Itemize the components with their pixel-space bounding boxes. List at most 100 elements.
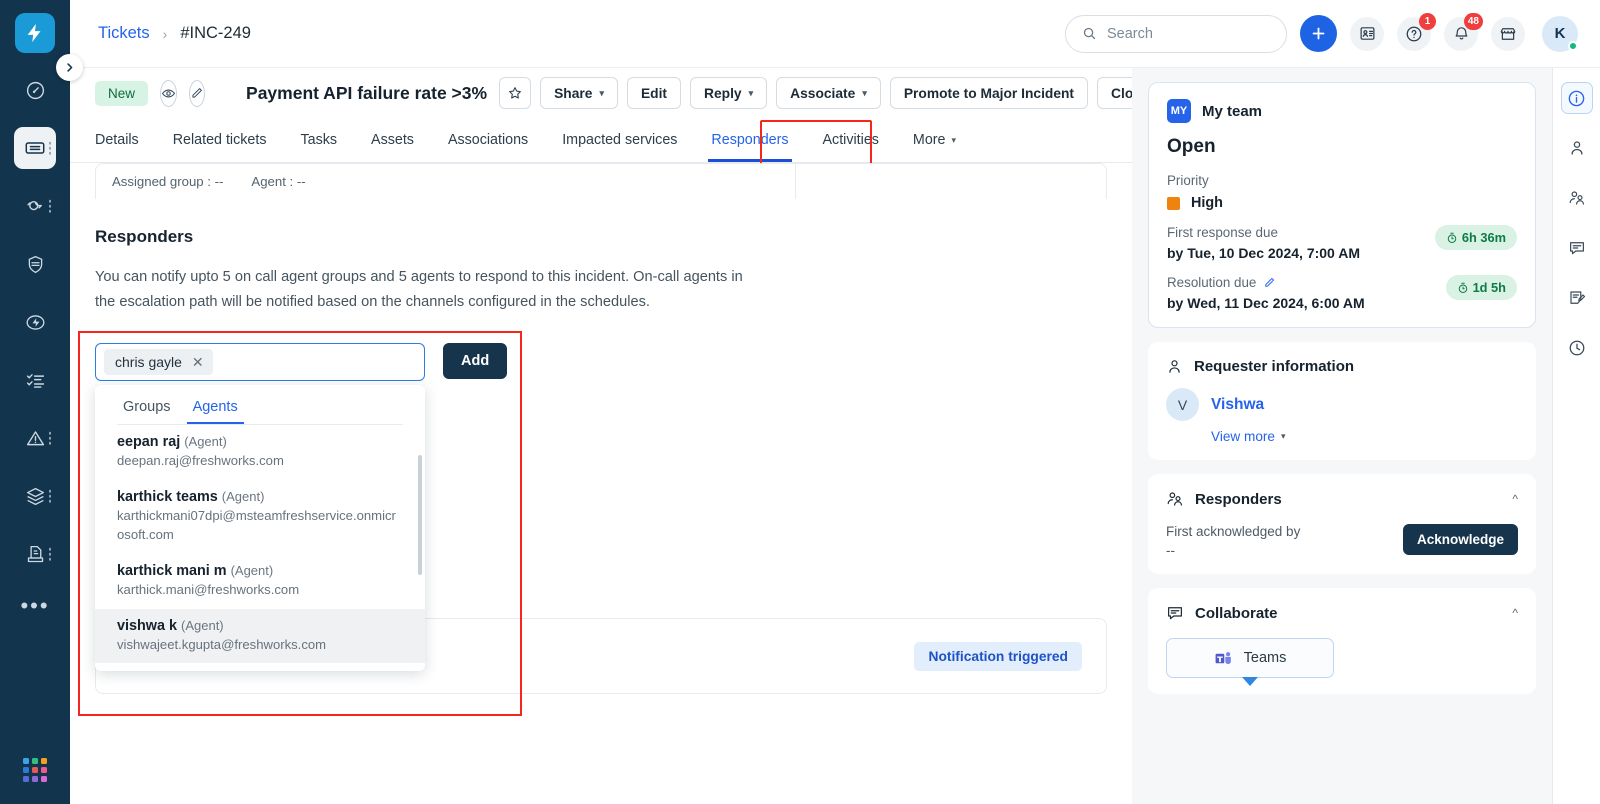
app-switcher-icon[interactable] xyxy=(23,758,47,782)
problems-icon[interactable] xyxy=(14,185,56,227)
first-response-due-value: by Tue, 10 Dec 2024, 7:00 AM xyxy=(1167,245,1360,261)
tab-activities[interactable]: Activities xyxy=(806,118,896,162)
teams-label: Teams xyxy=(1243,650,1287,666)
tab-related-tickets[interactable]: Related tickets xyxy=(156,118,284,162)
notifications-button[interactable]: 48 xyxy=(1444,12,1483,51)
list-item[interactable]: karthick teams (Agent) karthickmani07dpi… xyxy=(95,480,425,554)
releases-icon[interactable] xyxy=(14,301,56,343)
changes-icon[interactable] xyxy=(14,243,56,285)
user-avatar[interactable]: K xyxy=(1542,15,1578,52)
agent-name: karthick mani m (Agent) xyxy=(117,563,403,579)
tab-tasks[interactable]: Tasks xyxy=(283,118,354,162)
resolution-due-value: by Wed, 11 Dec 2024, 6:00 AM xyxy=(1167,295,1365,311)
agent-name-text: eepan raj xyxy=(117,434,181,451)
teams-collaborate-button[interactable]: Teams xyxy=(1166,638,1334,686)
dropdown-tabs: Groups Agents xyxy=(95,385,425,425)
agent-role-text: (Agent) xyxy=(221,489,265,505)
top-bar-actions: Search 1 48 K xyxy=(1065,12,1578,53)
team-name[interactable]: My team xyxy=(1202,103,1262,120)
promote-label: Promote to Major Incident xyxy=(903,85,1075,101)
watch-ticket-button[interactable] xyxy=(160,79,178,107)
chevron-down-icon: ▾ xyxy=(599,87,604,98)
remove-responder-icon[interactable]: ✕ xyxy=(192,354,204,371)
collaborate-icon[interactable] xyxy=(1561,232,1593,264)
pencil-icon xyxy=(1265,277,1275,287)
tab-responders[interactable]: Responders xyxy=(694,118,805,162)
marketplace-button[interactable] xyxy=(1491,16,1525,51)
edit-button[interactable]: Edit xyxy=(626,77,682,109)
list-item[interactable]: karthick mani m (Agent) karthick.mani@fr… xyxy=(95,554,425,609)
teams-pointer-triangle xyxy=(1242,677,1258,686)
favorite-button[interactable] xyxy=(499,77,532,109)
edit-ticket-icon-button[interactable] xyxy=(189,79,206,107)
rail-dots-tickets[interactable] xyxy=(48,141,51,155)
rail-dots-assets[interactable] xyxy=(48,489,51,503)
incidents-icon[interactable] xyxy=(14,417,56,459)
history-icon[interactable] xyxy=(1561,332,1593,364)
sidebar-item-tickets[interactable] xyxy=(14,127,56,169)
requester-icon[interactable] xyxy=(1561,132,1593,164)
left-navigation-rail: ••• xyxy=(0,0,83,804)
tab-impacted-services[interactable]: Impacted services xyxy=(545,118,694,162)
acknowledge-button[interactable]: Acknowledge xyxy=(1402,524,1518,555)
priority-value-row[interactable]: High xyxy=(1167,195,1517,211)
priority-value: High xyxy=(1191,195,1223,211)
dropdown-tab-agents[interactable]: Agents xyxy=(186,399,244,425)
resolution-due-label-text: Resolution due xyxy=(1167,275,1257,290)
tasks-icon[interactable] xyxy=(14,359,56,401)
breadcrumb-tickets-link[interactable]: Tickets xyxy=(98,24,150,43)
assets-icon[interactable] xyxy=(14,475,56,517)
requester-row: V Vishwa xyxy=(1166,388,1518,421)
requester-view-more-link[interactable]: View more ▾ xyxy=(1211,429,1518,444)
agent-name-text: karthick teams xyxy=(117,489,218,506)
notes-icon[interactable] xyxy=(1561,282,1593,314)
help-button[interactable]: 1 xyxy=(1397,12,1436,51)
chevron-up-icon[interactable]: ^ xyxy=(1512,606,1518,620)
ticket-status[interactable]: Open xyxy=(1167,136,1517,158)
right-sidebar: MY My team Open Priority High First resp… xyxy=(1132,68,1552,804)
requester-card-header: Requester information xyxy=(1166,358,1518,375)
dropdown-scrollbar[interactable] xyxy=(418,455,422,576)
list-item[interactable]: vishwa k (Agent) vishwajeet.kgupta@fresh… xyxy=(95,608,425,664)
global-search-input[interactable]: Search xyxy=(1065,14,1287,53)
help-badge: 1 xyxy=(1419,12,1436,30)
add-new-button[interactable] xyxy=(1300,15,1337,52)
reply-button[interactable]: Reply ▾ xyxy=(690,77,768,109)
top-bar: Tickets › #INC-249 Search 1 48 K xyxy=(70,0,1600,68)
page-title: Payment API failure rate >3% xyxy=(246,82,488,103)
info-icon[interactable] xyxy=(1560,82,1593,114)
chat-icon xyxy=(1168,607,1182,620)
ticket-tabs: Details Related tickets Tasks Assets Ass… xyxy=(70,118,1132,182)
chevron-up-icon[interactable]: ^ xyxy=(1512,492,1518,506)
dashboard-icon[interactable] xyxy=(14,69,56,111)
rail-dots-problems[interactable] xyxy=(48,199,51,213)
rail-more-icon[interactable]: ••• xyxy=(20,595,49,617)
agent-email: karthick.mani@freshworks.com xyxy=(117,581,300,597)
rail-dots-incidents[interactable] xyxy=(48,431,51,445)
share-button[interactable]: Share ▾ xyxy=(540,77,618,109)
tab-associations[interactable]: Associations xyxy=(431,118,545,162)
tab-assets[interactable]: Assets xyxy=(354,118,431,162)
freshworks-bolt-logo[interactable] xyxy=(15,13,55,53)
rail-dots-contracts[interactable] xyxy=(48,547,51,561)
dropdown-tab-groups[interactable]: Groups xyxy=(117,399,177,424)
contact-card-button[interactable] xyxy=(1350,16,1384,51)
responder-search-input[interactable]: chris gayle ✕ xyxy=(95,343,425,382)
list-item[interactable]: eepan raj (Agent) deepan.raj@freshworks.… xyxy=(95,425,425,480)
priority-color-swatch xyxy=(1167,196,1180,210)
pencil-icon xyxy=(192,88,202,98)
assigned-group-label: Assigned group : -- xyxy=(112,174,224,189)
contracts-icon[interactable] xyxy=(14,533,56,575)
first-response-due-text: First response due by Tue, 10 Dec 2024, … xyxy=(1167,225,1360,261)
assigned-summary-bar: Assigned group : -- Agent : -- xyxy=(95,163,1107,199)
promote-major-incident-button[interactable]: Promote to Major Incident xyxy=(889,77,1089,109)
ticket-detail-panel: New Payment API failure rate >3% Share ▾ xyxy=(70,68,1277,804)
add-responder-button[interactable]: Add xyxy=(443,343,508,380)
requester-name-link[interactable]: Vishwa xyxy=(1211,396,1264,414)
tab-details[interactable]: Details xyxy=(95,118,156,162)
sidebar-collapse-toggle[interactable] xyxy=(56,54,83,81)
associate-button[interactable]: Associate ▾ xyxy=(776,77,881,109)
chevron-down-icon: ▾ xyxy=(748,87,754,98)
tab-more[interactable]: More ▾ xyxy=(896,118,973,162)
responders-icon[interactable] xyxy=(1561,182,1593,214)
